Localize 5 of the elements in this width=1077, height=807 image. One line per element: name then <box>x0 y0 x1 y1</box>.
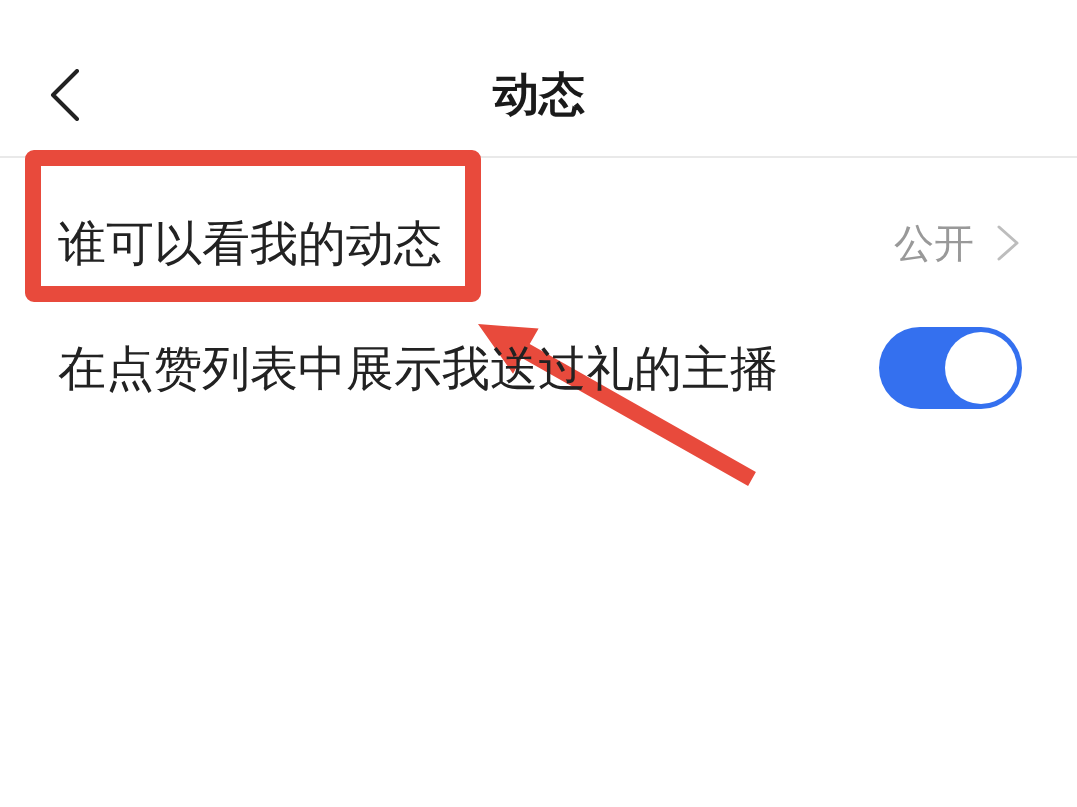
page-title: 动态 <box>492 67 585 123</box>
back-icon <box>50 69 80 121</box>
chevron-right-icon <box>996 224 1020 261</box>
setting-value[interactable]: 公开 <box>894 216 974 269</box>
setting-label: 谁可以看我的动态 <box>58 213 442 273</box>
